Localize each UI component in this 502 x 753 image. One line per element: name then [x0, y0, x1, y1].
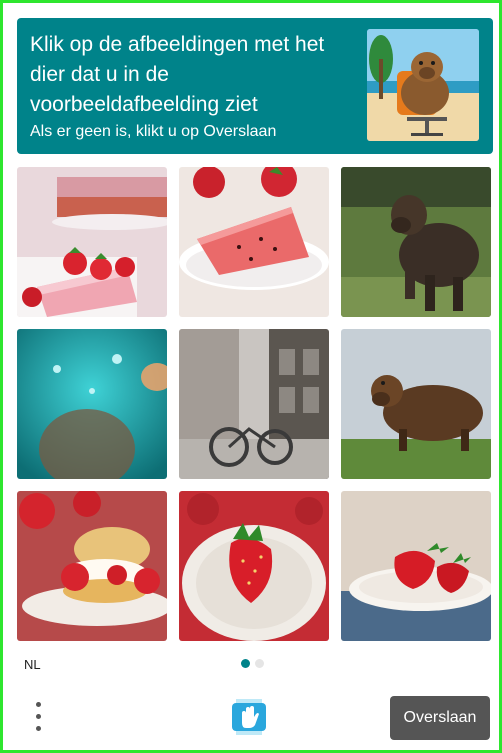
strawberry-on-plate-icon	[179, 491, 329, 641]
more-vertical-icon[interactable]	[27, 700, 51, 734]
strawberry-shortcake-icon	[17, 491, 167, 641]
language-selector[interactable]: NL	[24, 657, 41, 672]
page-dot-active	[241, 659, 250, 668]
capybara-icon	[341, 167, 491, 317]
image-tile-capybara-grass[interactable]	[341, 329, 491, 479]
image-tile-strawberry-plate[interactable]	[179, 491, 329, 641]
image-tile-blurry-street[interactable]	[179, 329, 329, 479]
strawberries-on-plate-icon	[341, 491, 491, 641]
hcaptcha-logo-icon	[232, 699, 266, 735]
blurry-street-bicycle-icon	[179, 329, 329, 479]
image-tile-strawberry-cake[interactable]	[17, 167, 167, 317]
captcha-frame: Klik op de afbeeldingen met het dier dat…	[0, 0, 502, 753]
example-image	[367, 29, 479, 141]
page-dot-inactive	[255, 659, 264, 668]
image-tile-watermelon-cake[interactable]	[179, 167, 329, 317]
image-tile-strawberries-plate[interactable]	[341, 491, 491, 641]
blurry-teal-underwater-icon	[17, 329, 167, 479]
capybara-on-grass-icon	[341, 329, 491, 479]
challenge-header: Klik op de afbeeldingen met het dier dat…	[17, 18, 493, 154]
image-tile-capybara[interactable]	[341, 167, 491, 317]
capybara-example-icon	[367, 29, 479, 141]
strawberry-cake-icon	[17, 167, 167, 317]
skip-button[interactable]: Overslaan	[390, 696, 490, 740]
image-grid	[17, 167, 493, 643]
image-tile-strawberry-shortcake[interactable]	[17, 491, 167, 641]
challenge-subprompt: Als er geen is, klikt u op Overslaan	[30, 123, 277, 140]
image-tile-blurry-teal[interactable]	[17, 329, 167, 479]
watermelon-cake-slice-icon	[179, 167, 329, 317]
challenge-prompt: Klik op de afbeeldingen met het dier dat…	[30, 33, 325, 116]
